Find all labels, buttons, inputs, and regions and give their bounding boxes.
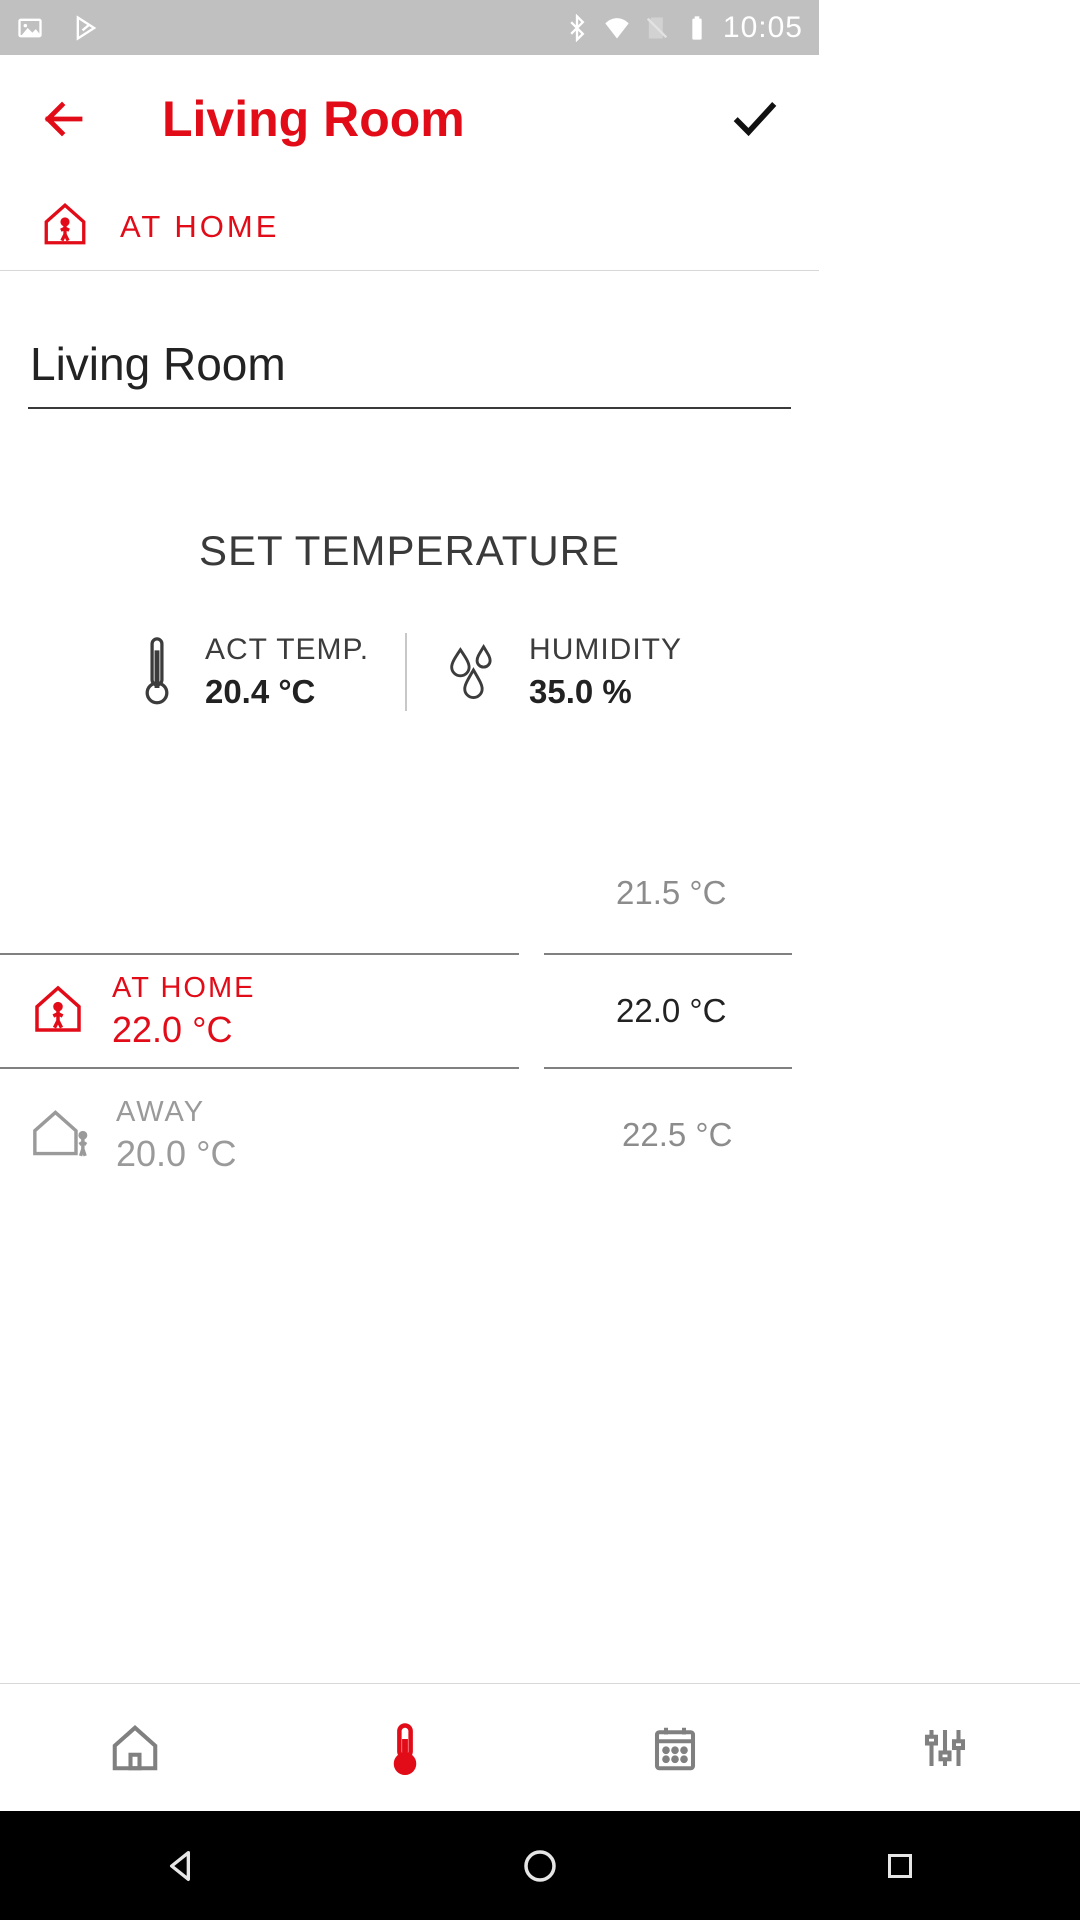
- actual-temp-label: ACT TEMP.: [205, 633, 369, 667]
- room-name-input[interactable]: [28, 327, 791, 409]
- humidity-value: 35.0 %: [529, 673, 682, 711]
- android-status-bar: 10:05: [0, 0, 819, 55]
- mode-label: AT HOME: [120, 209, 279, 245]
- home-person-icon: [28, 981, 88, 1042]
- humidity-label: HUMIDITY: [529, 633, 682, 667]
- mode-wheel-item-value: 22.0 °C: [112, 1009, 255, 1051]
- battery-icon: [683, 14, 711, 42]
- no-sim-icon: [643, 14, 671, 42]
- thermometer-icon: [137, 634, 177, 711]
- actual-temp-value: 20.4 °C: [205, 673, 369, 711]
- humidity-cell: HUMIDITY 35.0 %: [405, 633, 718, 711]
- image-icon: [16, 14, 44, 42]
- temp-wheel-item-above[interactable]: 21.5 °C: [544, 835, 792, 951]
- tab-schedule[interactable]: [540, 1684, 810, 1811]
- tab-settings[interactable]: [810, 1684, 1080, 1811]
- humidity-icon: [443, 639, 501, 706]
- temp-wheel-item-selected[interactable]: 22.0 °C: [544, 953, 792, 1069]
- status-right: 10:05: [563, 11, 803, 45]
- mode-selector[interactable]: AT HOME: [0, 183, 819, 271]
- mode-wheel-item-away[interactable]: AWAY 20.0 °C: [0, 1077, 519, 1193]
- mode-wheel-item-label: AWAY: [116, 1096, 236, 1129]
- room-name-field-wrap: [0, 271, 819, 409]
- actual-temp-cell: ACT TEMP. 20.4 °C: [101, 633, 405, 711]
- temp-wheel-item-below[interactable]: 22.5 °C: [544, 1077, 792, 1193]
- tab-home[interactable]: [0, 1684, 270, 1811]
- back-button[interactable]: [34, 89, 94, 149]
- nav-recents-button[interactable]: [870, 1836, 930, 1896]
- mode-wheel-item-at-home[interactable]: AT HOME 22.0 °C: [0, 953, 519, 1069]
- home-person-icon: [40, 199, 90, 254]
- mode-wheel[interactable]: AT HOME 22.0 °C AWAY 20.0 °C: [0, 835, 519, 1215]
- clock-text: 10:05: [723, 11, 803, 45]
- readings-row: ACT TEMP. 20.4 °C HUMIDITY 35.0 %: [0, 633, 819, 711]
- mode-wheel-item-label: AT HOME: [112, 972, 255, 1005]
- play-store-icon: [72, 14, 100, 42]
- mode-wheel-item-value: 20.0 °C: [116, 1133, 236, 1175]
- android-nav-bar: [0, 1811, 1080, 1920]
- nav-back-button[interactable]: [150, 1836, 210, 1896]
- bottom-tab-bar: [0, 1683, 1080, 1811]
- wifi-icon: [603, 14, 631, 42]
- set-temperature-heading: SET TEMPERATURE: [0, 527, 819, 575]
- nav-home-button[interactable]: [510, 1836, 570, 1896]
- confirm-button[interactable]: [725, 89, 785, 149]
- status-left: [16, 14, 100, 42]
- page-title: Living Room: [162, 90, 465, 148]
- wheel-pickers: AT HOME 22.0 °C AWAY 20.0 °C 21.5 °C 22.…: [0, 835, 1080, 1215]
- app-bar: Living Room: [0, 55, 819, 183]
- tab-temperature[interactable]: [270, 1684, 540, 1811]
- bluetooth-icon: [563, 14, 591, 42]
- temperature-wheel[interactable]: 21.5 °C 22.0 °C 22.5 °C: [544, 835, 792, 1215]
- home-away-icon: [28, 1105, 92, 1166]
